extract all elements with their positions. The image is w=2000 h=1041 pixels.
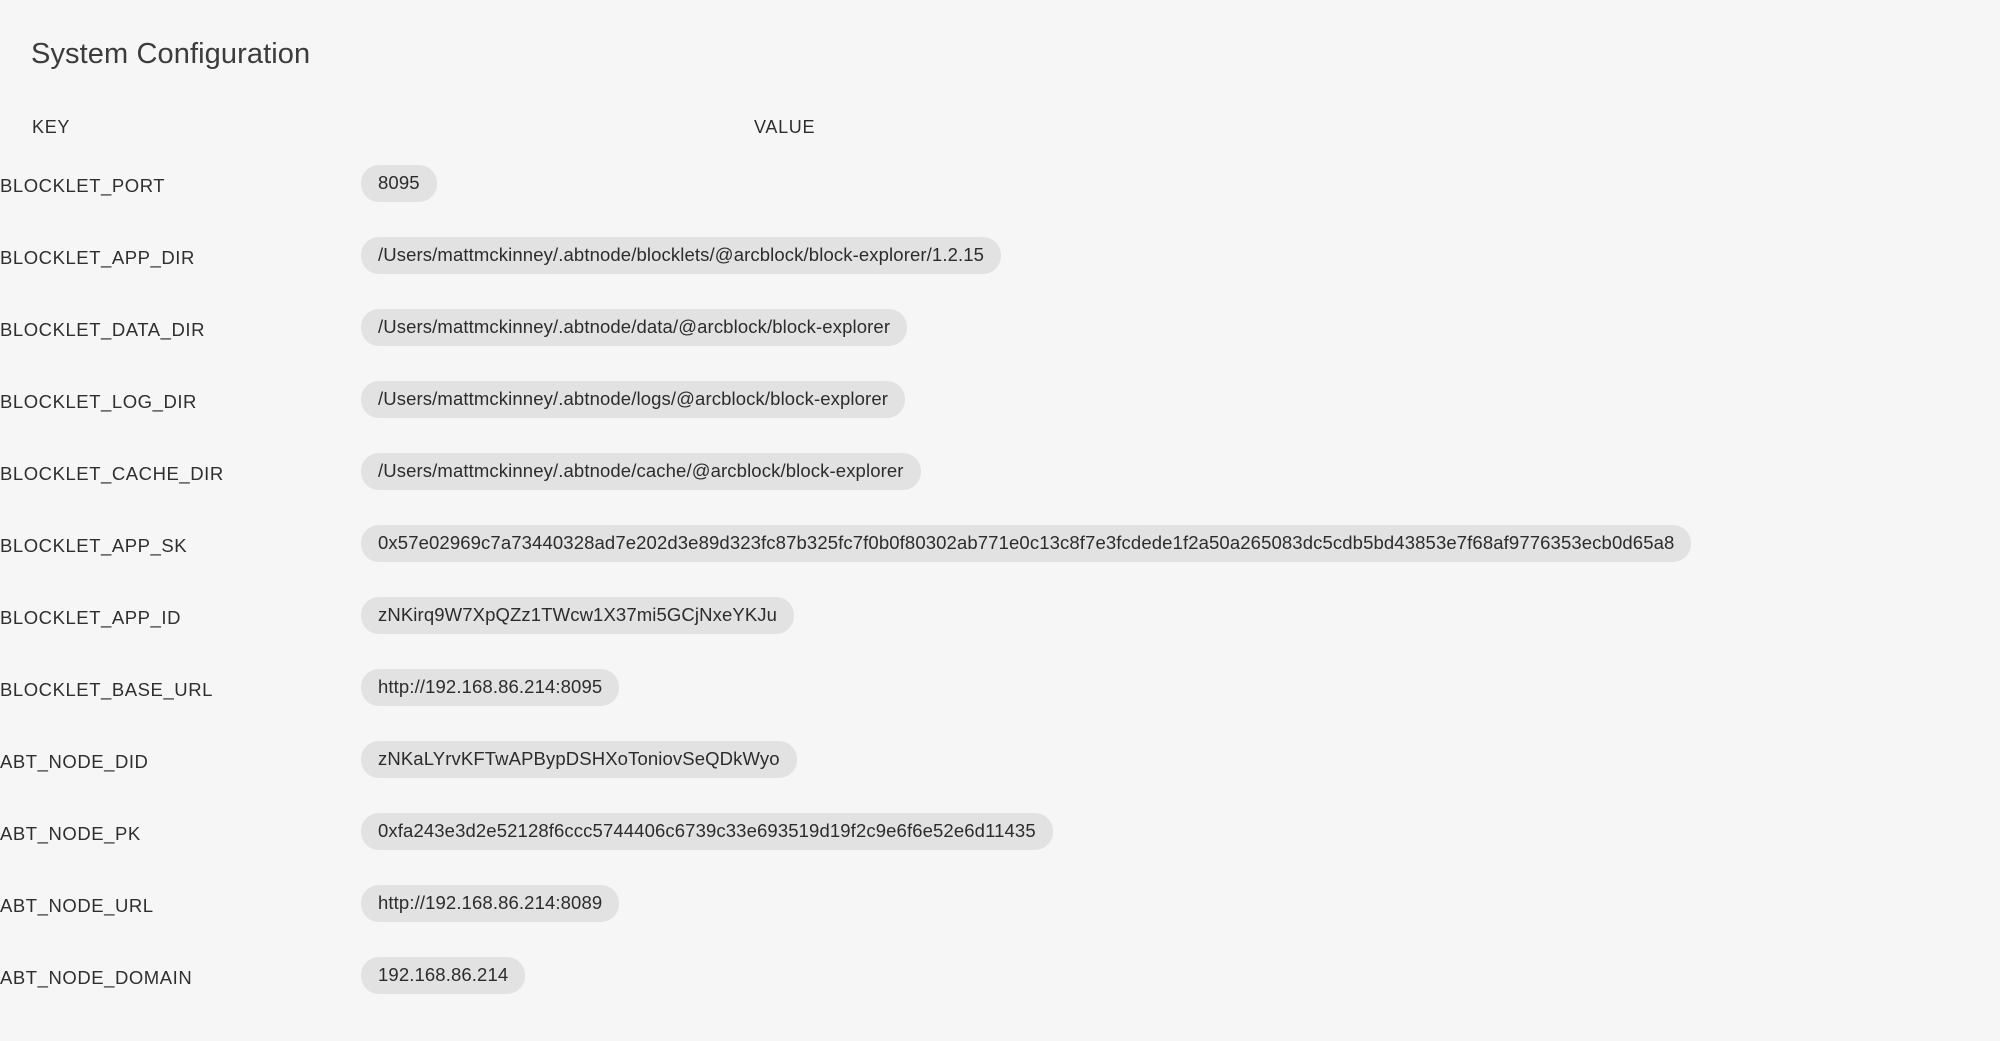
table-row: BLOCKLET_DATA_DIR /Users/mattmckinney/.a… — [0, 294, 2000, 366]
value-chip[interactable]: /Users/mattmckinney/.abtnode/logs/@arcbl… — [361, 380, 906, 419]
value-chip[interactable]: 192.168.86.214 — [361, 956, 526, 995]
config-value-cell: http://192.168.86.214:8089 — [361, 870, 2000, 942]
value-chip[interactable]: /Users/mattmckinney/.abtnode/data/@arcbl… — [361, 308, 908, 347]
config-key: BLOCKLET_PORT — [0, 175, 166, 196]
config-key: BLOCKLET_CACHE_DIR — [0, 463, 224, 484]
value-chip[interactable]: 0xfa243e3d2e52128f6ccc5744406c6739c33e69… — [361, 812, 1053, 851]
table-row: BLOCKLET_APP_SK 0x57e02969c7a73440328ad7… — [0, 510, 2000, 582]
value-chip[interactable]: 0x57e02969c7a73440328ad7e202d3e89d323fc8… — [361, 524, 1692, 563]
config-value-cell: 8095 — [361, 150, 2000, 222]
table-row: BLOCKLET_PORT 8095 — [0, 150, 2000, 222]
value-chip[interactable]: /Users/mattmckinney/.abtnode/blocklets/@… — [361, 236, 1002, 275]
column-header-key: KEY — [32, 116, 71, 137]
table-row: ABT_NODE_DID zNKaLYrvKFTwAPBypDSHXoTonio… — [0, 726, 2000, 798]
config-key: BLOCKLET_APP_SK — [0, 535, 188, 556]
config-value-cell: 0x57e02969c7a73440328ad7e202d3e89d323fc8… — [361, 510, 2000, 582]
config-value-cell: /Users/mattmckinney/.abtnode/cache/@arcb… — [361, 438, 2000, 510]
config-value-cell: /Users/mattmckinney/.abtnode/blocklets/@… — [361, 222, 2000, 294]
config-key: BLOCKLET_BASE_URL — [0, 679, 213, 700]
config-key: ABT_NODE_URL — [0, 895, 154, 916]
config-key: BLOCKLET_APP_DIR — [0, 247, 195, 268]
config-key: ABT_NODE_DID — [0, 751, 149, 772]
table-row: ABT_NODE_PK 0xfa243e3d2e52128f6ccc574440… — [0, 798, 2000, 870]
config-key: BLOCKLET_DATA_DIR — [0, 319, 206, 340]
value-chip[interactable]: http://192.168.86.214:8095 — [361, 668, 620, 707]
value-chip[interactable]: zNKaLYrvKFTwAPBypDSHXoToniovSeQDkWyo — [361, 740, 797, 779]
table-row: BLOCKLET_LOG_DIR /Users/mattmckinney/.ab… — [0, 366, 2000, 438]
config-value-cell: 0xfa243e3d2e52128f6ccc5744406c6739c33e69… — [361, 798, 2000, 870]
config-key: BLOCKLET_APP_ID — [0, 607, 181, 628]
config-key: ABT_NODE_PK — [0, 823, 141, 844]
table-row: ABT_NODE_URL http://192.168.86.214:8089 — [0, 870, 2000, 942]
table-body: BLOCKLET_PORT 8095 BLOCKLET_APP_DIR /Use… — [0, 150, 2000, 1014]
config-value-cell: /Users/mattmckinney/.abtnode/logs/@arcbl… — [361, 366, 2000, 438]
table-row: BLOCKLET_BASE_URL http://192.168.86.214:… — [0, 654, 2000, 726]
table-row: BLOCKLET_APP_ID zNKirq9W7XpQZz1TWcw1X37m… — [0, 582, 2000, 654]
value-chip[interactable]: zNKirq9W7XpQZz1TWcw1X37mi5GCjNxeYKJu — [361, 596, 795, 635]
table-row: BLOCKLET_APP_DIR /Users/mattmckinney/.ab… — [0, 222, 2000, 294]
table-header: KEY VALUE — [0, 104, 2000, 150]
config-key: ABT_NODE_DOMAIN — [0, 967, 193, 988]
value-chip[interactable]: 8095 — [361, 164, 437, 203]
system-configuration-table: KEY VALUE BLOCKLET_PORT 8095 BLOCKLET_AP… — [0, 104, 2000, 1014]
config-value-cell: 192.168.86.214 — [361, 942, 2000, 1014]
table-row: ABT_NODE_DOMAIN 192.168.86.214 — [0, 942, 2000, 1014]
config-value-cell: http://192.168.86.214:8095 — [361, 654, 2000, 726]
value-chip[interactable]: http://192.168.86.214:8089 — [361, 884, 620, 923]
config-key: BLOCKLET_LOG_DIR — [0, 391, 197, 412]
system-configuration-page: System Configuration KEY VALUE BLOCKLET_… — [0, 0, 2000, 1041]
config-value-cell: zNKirq9W7XpQZz1TWcw1X37mi5GCjNxeYKJu — [361, 582, 2000, 654]
value-chip[interactable]: /Users/mattmckinney/.abtnode/cache/@arcb… — [361, 452, 921, 491]
table-row: BLOCKLET_CACHE_DIR /Users/mattmckinney/.… — [0, 438, 2000, 510]
page-title: System Configuration — [31, 38, 311, 71]
config-value-cell: zNKaLYrvKFTwAPBypDSHXoToniovSeQDkWyo — [361, 726, 2000, 798]
config-value-cell: /Users/mattmckinney/.abtnode/data/@arcbl… — [361, 294, 2000, 366]
table-header-row: KEY VALUE — [0, 104, 2000, 150]
column-header-value: VALUE — [754, 116, 816, 137]
